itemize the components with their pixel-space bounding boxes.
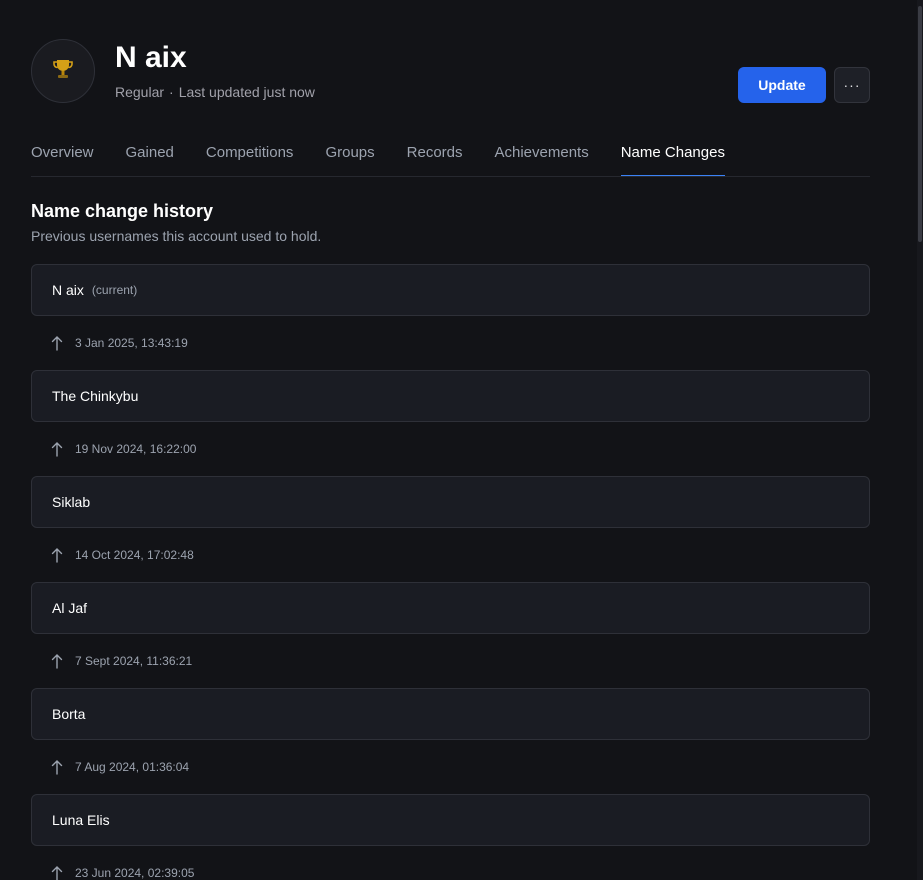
name-change-date-row: 19 Nov 2024, 16:22:00 [31, 422, 870, 476]
username: N aix [52, 282, 84, 298]
name-change-date-row: 7 Sept 2024, 11:36:21 [31, 634, 870, 688]
name-card: Borta [31, 688, 870, 740]
name-card: N aix (current) [31, 264, 870, 316]
username: The Chinkybu [52, 388, 139, 404]
tab-achievements[interactable]: Achievements [495, 130, 589, 175]
tab-gained[interactable]: Gained [126, 130, 174, 175]
meta-separator: · [169, 84, 174, 100]
name-change-date-row: 7 Aug 2024, 01:36:04 [31, 740, 870, 794]
change-date: 7 Aug 2024, 01:36:04 [75, 760, 190, 774]
username: Luna Elis [52, 812, 110, 828]
player-type: Regular [115, 84, 165, 100]
trophy-icon [52, 57, 74, 86]
tab-name-changes[interactable]: Name Changes [620, 130, 726, 176]
last-updated: Last updated just now [178, 84, 315, 100]
username: Al Jaf [52, 600, 88, 616]
section-subtitle: Previous usernames this account used to … [31, 228, 322, 244]
current-badge: (current) [91, 283, 138, 297]
arrow-up-icon [51, 865, 63, 880]
username: Siklab [52, 494, 91, 510]
more-options-button[interactable]: ··· [834, 67, 870, 103]
name-card: Siklab [31, 476, 870, 528]
name-card: Luna Elis [31, 794, 870, 846]
arrow-up-icon [51, 653, 63, 669]
name-change-date-row: 23 Jun 2024, 02:39:05 [31, 846, 870, 880]
more-options-icon: ··· [843, 77, 861, 93]
name-card: Al Jaf [31, 582, 870, 634]
username: Borta [52, 706, 86, 722]
player-name: N aix [115, 41, 187, 74]
section-title: Name change history [31, 201, 214, 221]
player-meta: Regular · Last updated just now [115, 84, 315, 100]
tab-groups[interactable]: Groups [325, 130, 374, 175]
tab-competitions[interactable]: Competitions [206, 130, 294, 175]
name-change-date-row: 14 Oct 2024, 17:02:48 [31, 528, 870, 582]
name-change-date-row: 3 Jan 2025, 13:43:19 [31, 316, 870, 370]
arrow-up-icon [51, 759, 63, 775]
arrow-up-icon [51, 335, 63, 351]
update-button[interactable]: Update [738, 67, 826, 103]
scrollbar-thumb[interactable] [918, 6, 922, 242]
arrow-up-icon [51, 441, 63, 457]
change-date: 23 Jun 2024, 02:39:05 [75, 866, 195, 880]
name-card: The Chinkybu [31, 370, 870, 422]
name-change-history: N aix (current) 3 Jan 2025, 13:43:19 The Ch… [31, 264, 870, 880]
player-title-block: N aix Regular · Last updated just now [115, 39, 315, 100]
arrow-up-icon [51, 547, 63, 563]
tab-overview[interactable]: Overview [31, 130, 94, 175]
change-date: 7 Sept 2024, 11:36:21 [75, 654, 193, 668]
player-avatar [31, 39, 95, 103]
change-date: 14 Oct 2024, 17:02:48 [75, 548, 194, 562]
change-date: 3 Jan 2025, 13:43:19 [75, 336, 188, 350]
player-tabs: Overview Gained Competitions Groups Records A… [31, 130, 870, 177]
scrollbar[interactable] [917, 0, 923, 880]
change-date: 19 Nov 2024, 16:22:00 [75, 442, 197, 456]
player-header: N aix Regular · Last updated just now Up… [31, 39, 870, 103]
tab-records[interactable]: Records [407, 130, 463, 175]
player-page: N aix Regular · Last updated just now Up… [0, 0, 923, 880]
